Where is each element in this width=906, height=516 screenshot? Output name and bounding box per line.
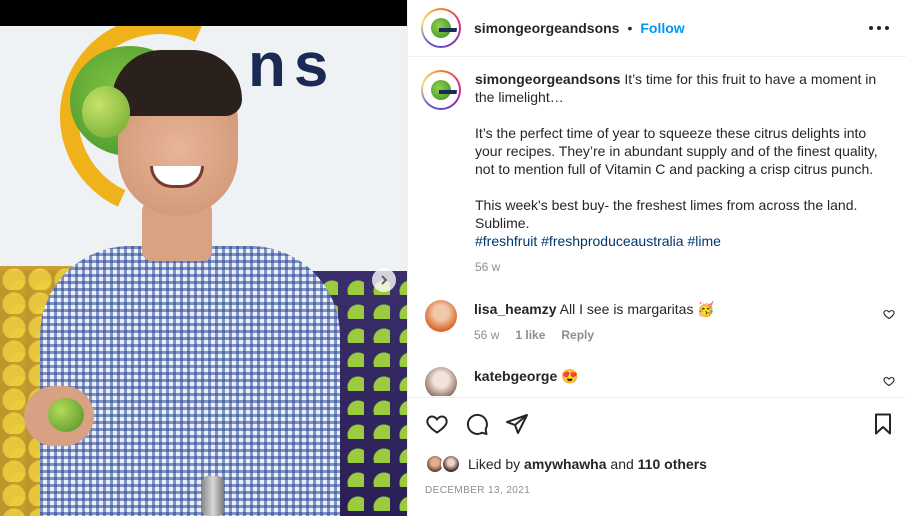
- comments-section: simongeorgeandsons It’s time for this fr…: [408, 58, 906, 396]
- likes-prefix: Liked by: [468, 456, 521, 472]
- post-caption: simongeorgeandsons It’s time for this fr…: [421, 70, 901, 276]
- hashtag-link[interactable]: #freshfruit: [475, 233, 537, 249]
- logo-band: [439, 90, 457, 94]
- bookmark-icon[interactable]: [871, 412, 895, 436]
- comment-body: lisa_heamzy All I see is margaritas 🥳 56…: [474, 300, 715, 344]
- post-media: ns: [0, 0, 407, 516]
- caption-avatar[interactable]: [421, 70, 461, 110]
- commenter-avatar[interactable]: [425, 300, 457, 332]
- caption-username[interactable]: simongeorgeandsons: [475, 71, 620, 87]
- caption-text: simongeorgeandsons It’s time for this fr…: [475, 70, 885, 276]
- person-hair: [112, 50, 242, 116]
- dot: [869, 26, 873, 30]
- post-actions: Liked by amywhawha and 110 others DECEMB…: [408, 397, 906, 516]
- likes-summary: Liked by amywhawha and 110 others: [425, 454, 707, 474]
- paper-plane-icon[interactable]: [505, 412, 529, 436]
- chevron-right-icon: [381, 275, 388, 285]
- wristwatch: [202, 476, 224, 516]
- hashtag-link[interactable]: #freshproduceaustralia: [541, 233, 683, 249]
- comment-icon[interactable]: [465, 412, 489, 436]
- commenter-avatar[interactable]: [425, 367, 457, 396]
- avatar-inner: [423, 10, 459, 46]
- author-username[interactable]: simongeorgeandsons: [474, 20, 619, 36]
- lime-in-hand: [48, 398, 84, 432]
- likes-and: and: [610, 456, 634, 472]
- logo-band: [439, 28, 457, 32]
- comment-body: katebgeorge 😍: [474, 367, 579, 396]
- next-image-button[interactable]: [372, 268, 396, 292]
- likes-others-count[interactable]: 110 others: [638, 456, 707, 472]
- reply-button[interactable]: Reply: [561, 326, 594, 344]
- dot: [885, 26, 889, 30]
- heart-icon[interactable]: [425, 412, 449, 436]
- caption-timestamp[interactable]: 56 w: [475, 258, 885, 276]
- post-header: simongeorgeandsons • Follow: [408, 0, 906, 57]
- comment-heart-icon[interactable]: [883, 375, 895, 387]
- brand-logo-icon: [431, 80, 457, 100]
- post-detail-panel: simongeorgeandsons • Follow simongeorgea…: [407, 0, 906, 516]
- comment-likes[interactable]: 1 like: [515, 326, 545, 344]
- liker-username[interactable]: amywhawha: [524, 456, 606, 472]
- follow-button[interactable]: Follow: [640, 20, 684, 36]
- commenter-username[interactable]: katebgeorge: [474, 368, 557, 384]
- hashtag-link[interactable]: #lime: [687, 233, 720, 249]
- comment-text: All I see is margaritas 🥳: [559, 301, 715, 317]
- post-date[interactable]: DECEMBER 13, 2021: [425, 485, 530, 496]
- comment-item: katebgeorge 😍: [425, 367, 895, 396]
- caption-line-3: This week's best buy- the freshest limes…: [475, 197, 858, 231]
- comment-item: lisa_heamzy All I see is margaritas 🥳 56…: [425, 300, 895, 344]
- action-icon-row: [425, 412, 895, 436]
- avatar-inner: [423, 72, 459, 108]
- wall-brand-text: ns: [248, 31, 337, 100]
- comment-timestamp[interactable]: 56 w: [474, 326, 499, 344]
- caption-hashtags: #freshfruit #freshproduceaustralia #lime: [475, 232, 885, 250]
- brand-logo-icon: [431, 18, 457, 38]
- person-shirt: [40, 246, 340, 516]
- caption-line-2: It’s the perfect time of year to squeeze…: [475, 125, 878, 177]
- commenter-username[interactable]: lisa_heamzy: [474, 301, 557, 317]
- comment-meta: 56 w 1 like Reply: [474, 326, 715, 344]
- more-options-icon[interactable]: [869, 18, 889, 38]
- dot: [877, 26, 881, 30]
- author-avatar[interactable]: [421, 8, 461, 48]
- post-photo: ns: [0, 26, 407, 516]
- separator-dot: •: [627, 20, 633, 36]
- liker-avatar: [441, 454, 461, 474]
- liker-avatars[interactable]: [425, 454, 463, 474]
- comment-text: 😍: [561, 368, 579, 384]
- comment-heart-icon[interactable]: [883, 308, 895, 320]
- lime-in-air: [82, 86, 130, 138]
